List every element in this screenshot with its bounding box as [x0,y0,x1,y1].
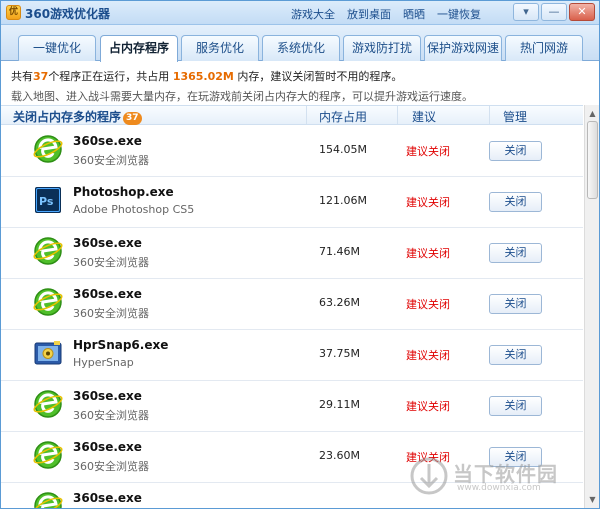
vertical-scrollbar[interactable]: ▲ ▼ [584,105,599,508]
tab-bar: 一键优化 占内存程序 服务优化 系统优化 游戏防打扰 保护游戏网速 热门网游 [1,25,599,62]
process-description: 360安全浏览器 [73,307,149,320]
column-advice: 建议 [412,110,437,124]
list-item: 360se.exe 360安全浏览器 63.26M 建议关闭 关闭 [1,279,583,330]
app-logo-icon: 优 [6,5,21,20]
close-process-button[interactable]: 关闭 [489,294,542,314]
process-name: 360se.exe [73,440,142,454]
memory-usage: 29.11M [319,398,360,411]
tab-protect-game-speed[interactable]: 保护游戏网速 [424,35,502,61]
process-description: HyperSnap [73,356,134,369]
advice-text: 建议关闭 [406,349,450,362]
title-links: 游戏大全 放到桌面 晒晒 一键恢复 [291,6,481,22]
list-title-text: 关闭占内存多的程序 [13,110,122,124]
minimize-button[interactable]: — [541,3,567,21]
watermark-url: www.downxia.com [457,483,541,493]
advice-text: 建议关闭 [406,145,450,158]
process-name: HprSnap6.exe [73,338,169,352]
360-browser-icon [33,441,63,469]
memory-usage: 63.26M [319,296,360,309]
close-process-button[interactable]: 关闭 [489,243,542,263]
memory-usage: 37.75M [319,347,360,360]
process-name: 360se.exe [73,236,142,250]
tab-memory-programs[interactable]: 占内存程序 [100,35,178,62]
close-window-button[interactable]: ✕ [569,3,595,21]
add-to-desktop-link[interactable]: 放到桌面 [347,6,391,22]
hypersnap-icon [34,341,62,365]
list-item: HprSnap6.exe HyperSnap 37.75M 建议关闭 关闭 [1,330,583,381]
advice-text: 建议关闭 [406,247,450,260]
column-divider [489,106,490,124]
summary-line: 共有37个程序正在运行，共占用 1365.02M 内存，建议关闭暂时不用的程序。 [11,68,589,84]
360-browser-icon [33,288,63,316]
list-header: 关闭占内存多的程序 37 内存占用 建议 管理 [1,105,583,125]
close-process-button[interactable]: 关闭 [489,192,542,212]
tab-hot-online-games[interactable]: 热门网游 [505,35,583,61]
tab-one-click-optimize[interactable]: 一键优化 [18,35,96,61]
column-divider [397,106,398,124]
scroll-up-icon[interactable]: ▲ [586,106,599,121]
summary-mid: 个程序正在运行，共占用 [48,70,170,83]
list-item: 360se.exe 360安全浏览器 154.05M 建议关闭 关闭 [1,126,583,177]
photoshop-icon: Ps [35,187,61,213]
column-manage: 管理 [503,110,528,124]
advice-text: 建议关闭 [406,298,450,311]
game-library-link[interactable]: 游戏大全 [291,6,335,22]
close-process-button[interactable]: 关闭 [489,345,542,365]
process-description: 360安全浏览器 [73,460,149,473]
app-title: 360游戏优化器 [25,7,111,21]
column-divider [306,106,307,124]
360-browser-icon [33,237,63,265]
window-controls: ▾ — ✕ [513,3,595,21]
360-browser-icon [33,390,63,418]
memory-usage: 23.60M [319,449,360,462]
advice-text: 建议关闭 [406,400,450,413]
summary-prefix: 共有 [11,70,33,83]
close-process-button[interactable]: 关闭 [489,396,542,416]
process-name: 360se.exe [73,134,142,148]
360-browser-icon [33,492,63,508]
close-process-button[interactable]: 关闭 [489,141,542,161]
svg-text:Ps: Ps [39,195,54,208]
tab-game-no-disturb[interactable]: 游戏防打扰 [343,35,421,61]
process-name: 360se.exe [73,287,142,301]
memory-usage: 154.05M [319,143,367,156]
watermark-logo-icon [410,457,448,495]
summary-suffix: 内存，建议关闭暂时不用的程序。 [237,70,403,83]
tab-system-optimize[interactable]: 系统优化 [262,35,340,61]
menu-button[interactable]: ▾ [513,3,539,21]
process-description: Adobe Photoshop CS5 [73,203,195,216]
process-list: 360se.exe 360安全浏览器 154.05M 建议关闭 关闭 Ps Ph… [1,126,583,508]
summary-tip: 载入地图、进入战斗需要大量内存，在玩游戏前关闭占内存大的程序，可以提升游戏运行速… [11,90,473,103]
list-title: 关闭占内存多的程序 37 [13,108,142,125]
column-memory[interactable]: 内存占用 [319,108,367,125]
memory-usage: 121.06M [319,194,367,207]
list-item: Ps Photoshop.exe Adobe Photoshop CS5 121… [1,177,583,228]
count-badge: 37 [123,112,142,125]
summary-info: 共有37个程序正在运行，共占用 1365.02M 内存，建议关闭暂时不用的程序。… [1,62,599,104]
process-name: Photoshop.exe [73,185,174,199]
memory-usage: 71.46M [319,245,360,258]
process-description: 360安全浏览器 [73,256,149,269]
share-link[interactable]: 晒晒 [403,6,425,22]
process-description: 360安全浏览器 [73,154,149,167]
list-item: 360se.exe 360安全浏览器 71.46M 建议关闭 关闭 [1,228,583,279]
advice-text: 建议关闭 [406,196,450,209]
list-item: 360se.exe 360安全浏览器 29.11M 建议关闭 关闭 [1,381,583,432]
process-description: 360安全浏览器 [73,409,149,422]
360-browser-icon [33,135,63,163]
process-count: 37 [33,70,49,83]
app-window: 优 360游戏优化器 游戏大全 放到桌面 晒晒 一键恢复 ▾ — ✕ 一键优化 … [0,0,600,509]
title-bar[interactable]: 优 360游戏优化器 游戏大全 放到桌面 晒晒 一键恢复 ▾ — ✕ [1,1,599,25]
scroll-thumb[interactable] [587,121,598,199]
process-name: 360se.exe [73,491,142,505]
watermark: 当下软件园 www.downxia.com [409,456,569,500]
scroll-down-icon[interactable]: ▼ [586,492,599,507]
total-memory: 1365.02M [172,70,234,83]
tab-service-optimize[interactable]: 服务优化 [181,35,259,61]
process-name: 360se.exe [73,389,142,403]
restore-link[interactable]: 一键恢复 [437,6,481,22]
